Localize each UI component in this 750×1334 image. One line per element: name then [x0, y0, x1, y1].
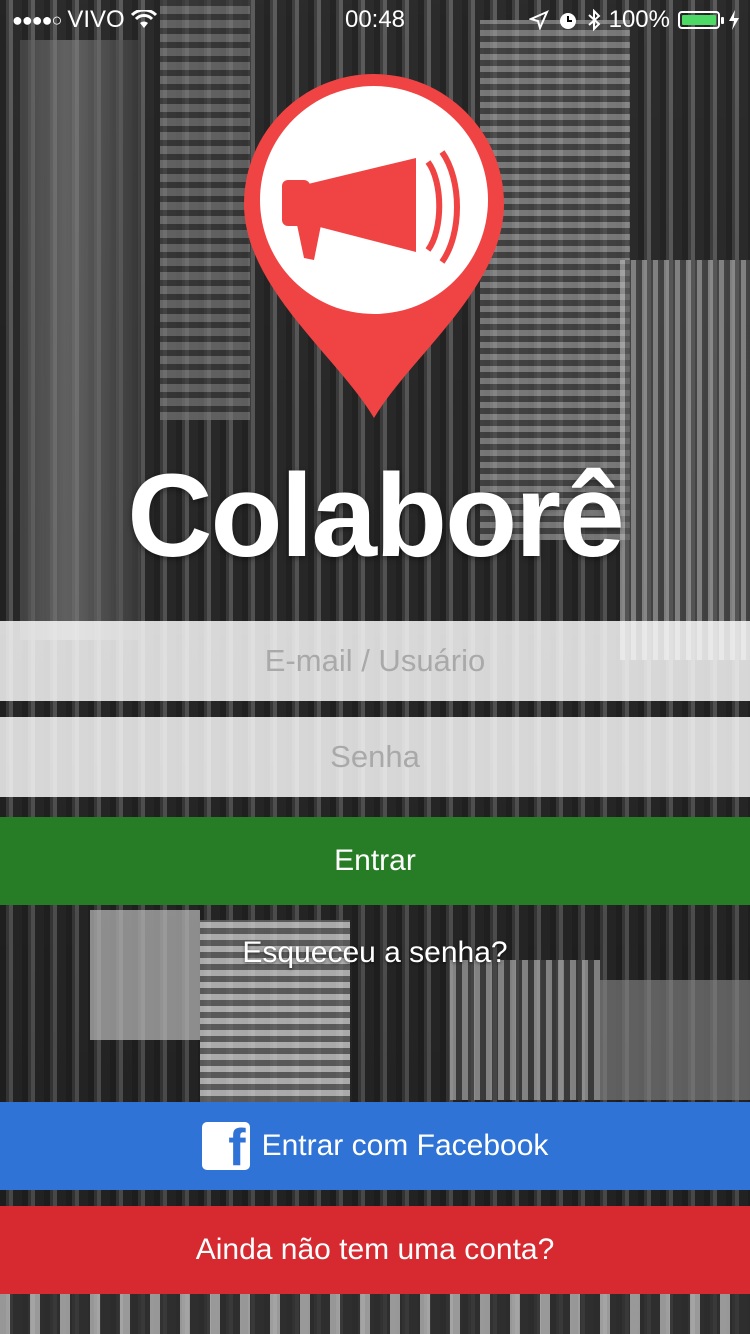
login-button[interactable]: Entrar: [0, 817, 750, 905]
signup-button[interactable]: Ainda não tem uma conta?: [0, 1206, 750, 1294]
charging-icon: [729, 10, 739, 30]
forgot-password-link[interactable]: Esqueceu a senha?: [0, 936, 750, 970]
location-icon: [528, 10, 549, 30]
facebook-button-label: Entrar com Facebook: [261, 1129, 549, 1162]
status-bar: ●●●●○ VIVO 00:48 100%: [0, 0, 750, 40]
facebook-icon: f: [201, 1122, 250, 1170]
battery-icon: [678, 11, 724, 29]
password-input[interactable]: [0, 717, 750, 797]
megaphone-pin-icon: [244, 74, 504, 418]
battery-level-fill: [682, 15, 716, 25]
email-username-input[interactable]: [0, 621, 750, 701]
facebook-login-button[interactable]: f Entrar com Facebook: [0, 1102, 750, 1190]
bluetooth-icon: [587, 9, 601, 31]
clock: 00:48: [344, 6, 406, 33]
battery-percentage: 100%: [608, 6, 670, 33]
alarm-icon: [559, 13, 576, 29]
app-title: Colaborê: [127, 450, 624, 582]
login-button-label: Entrar: [334, 844, 416, 877]
signup-button-label: Ainda não tem uma conta?: [195, 1233, 555, 1266]
